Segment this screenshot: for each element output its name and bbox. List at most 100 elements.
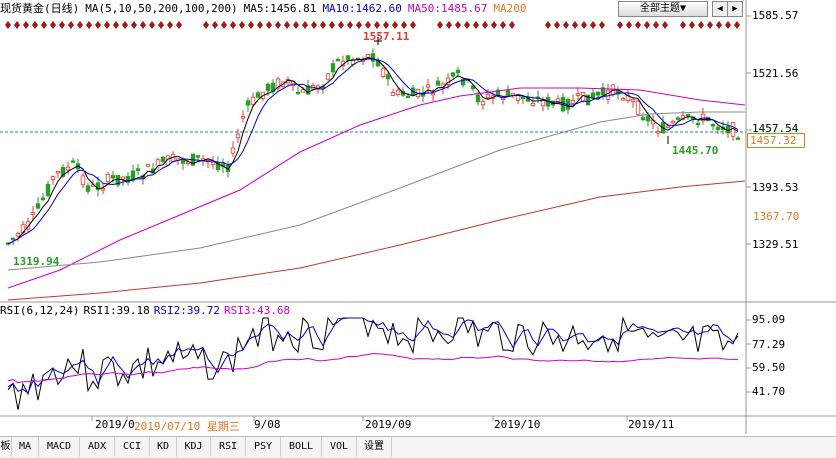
rsi-tick: 41.70 (752, 385, 786, 398)
start-low-annotation: 1319.94 (13, 255, 60, 268)
event-marker-icon (86, 21, 92, 29)
event-marker-icon (383, 21, 389, 29)
event-marker-icon (482, 21, 488, 29)
candle-body (605, 89, 611, 100)
ma50-value: MA50:1485.67 (407, 2, 488, 15)
event-marker-icon (266, 21, 272, 29)
event-marker-icon (689, 21, 695, 29)
event-marker-icon (275, 21, 281, 29)
event-marker-icon (158, 21, 164, 29)
price-tick: 1521.56 (752, 67, 799, 80)
rsi1-value: RSI1:39.18 (83, 304, 150, 317)
candle-body (80, 175, 86, 186)
candle-body (570, 99, 576, 105)
tab-settings[interactable]: 设置 (357, 437, 392, 457)
tab-boll[interactable]: BOLL (281, 437, 322, 457)
tab-rsi[interactable]: RSI (211, 437, 246, 457)
candle-body (485, 94, 491, 98)
candle-body (35, 203, 41, 209)
candle-body (575, 93, 581, 96)
event-marker-icon (77, 21, 83, 29)
indicator-tab-bar: 板 MA MACD ADX CCI KD KDJ RSI PSY BOLL VO… (0, 436, 836, 458)
rsi-tick: 59.50 (752, 361, 786, 374)
tab-macd[interactable]: MACD (39, 437, 80, 457)
price-axis: 1585.57 1521.56 1457.54 1393.53 1329.51 (746, 0, 836, 300)
price-chart[interactable] (0, 0, 836, 457)
candle-body (55, 171, 61, 174)
candle-body (155, 159, 161, 167)
event-marker-icon (203, 21, 209, 29)
candle-body (240, 116, 246, 119)
event-marker-icon (401, 21, 407, 29)
event-marker-icon (149, 21, 155, 29)
candle-body (335, 58, 341, 62)
candle-body (715, 126, 721, 130)
event-marker-icon (545, 21, 551, 29)
candle-body (380, 68, 386, 77)
event-marker-icon (113, 21, 119, 29)
rsi-param: RSI(6,12,24) (0, 304, 80, 317)
date-label: 2019/09 (365, 418, 412, 431)
rsi-tick: 95.09 (752, 313, 786, 326)
rsi3-line (7, 352, 738, 384)
current-price-badge: 1457.32 (747, 133, 805, 148)
candle-body (450, 72, 456, 77)
event-marker-icon (590, 21, 596, 29)
price-tick: 1585.57 (752, 9, 799, 22)
event-marker-icon (329, 21, 335, 29)
date-label: 2019/11 (628, 418, 675, 431)
candle-body (30, 212, 36, 215)
event-marker-icon (473, 21, 479, 29)
candle-body (630, 99, 636, 102)
candle-body (635, 100, 641, 115)
instrument-title[interactable]: 现货黄金(日线) (0, 2, 79, 15)
candle-body (255, 92, 261, 98)
ma10-line (7, 58, 739, 245)
tab-board[interactable]: 板 (0, 437, 12, 457)
rsi3-value: RSI3:43.68 (223, 304, 291, 317)
tab-cci[interactable]: CCI (115, 437, 150, 457)
candle-body (45, 183, 51, 197)
event-marker-icon (644, 21, 650, 29)
tab-ma[interactable]: MA (12, 437, 39, 457)
candle-body (105, 173, 111, 183)
candle-body (370, 53, 376, 62)
candle-body (505, 90, 511, 96)
candle-body (645, 115, 651, 122)
candle-body (120, 176, 126, 180)
event-marker-icon (581, 21, 587, 29)
event-marker-icon (5, 21, 11, 29)
event-marker-icon (347, 21, 353, 29)
tab-adx[interactable]: ADX (80, 437, 115, 457)
candle-body (385, 74, 391, 80)
rsi2-value: RSI2:39.72 (153, 304, 220, 317)
theme-dropdown-button[interactable]: 全部主题▼ (618, 1, 708, 17)
ma200-price-label: 1367.70 (753, 210, 800, 223)
next-arrow-icon[interactable]: ▶ (727, 1, 743, 17)
tab-vol[interactable]: VOL (322, 437, 357, 457)
event-marker-icon (302, 21, 308, 29)
candle-body (425, 84, 431, 88)
candle-body (675, 117, 681, 120)
date-label: 9/08 (254, 418, 281, 431)
candle-body (430, 92, 436, 96)
candle-body (395, 89, 401, 95)
candle-body (405, 95, 411, 99)
date-label: 2019/10 (494, 418, 541, 431)
event-marker-icon (464, 21, 470, 29)
tab-psy[interactable]: PSY (246, 437, 281, 457)
candle-body (245, 100, 251, 106)
tab-kdj[interactable]: KDJ (177, 437, 211, 457)
ma5-line (7, 57, 739, 245)
candle-body (655, 131, 661, 134)
candle-body (135, 168, 141, 171)
prev-arrow-icon[interactable]: ◀ (712, 1, 728, 17)
tab-kd[interactable]: KD (150, 437, 177, 457)
candle-body (665, 125, 671, 128)
event-marker-icon (50, 21, 56, 29)
candle-body (85, 185, 91, 192)
candle-body (50, 176, 56, 181)
chart-grid (0, 0, 836, 434)
event-marker-icon (365, 21, 371, 29)
event-marker-icon (500, 21, 506, 29)
